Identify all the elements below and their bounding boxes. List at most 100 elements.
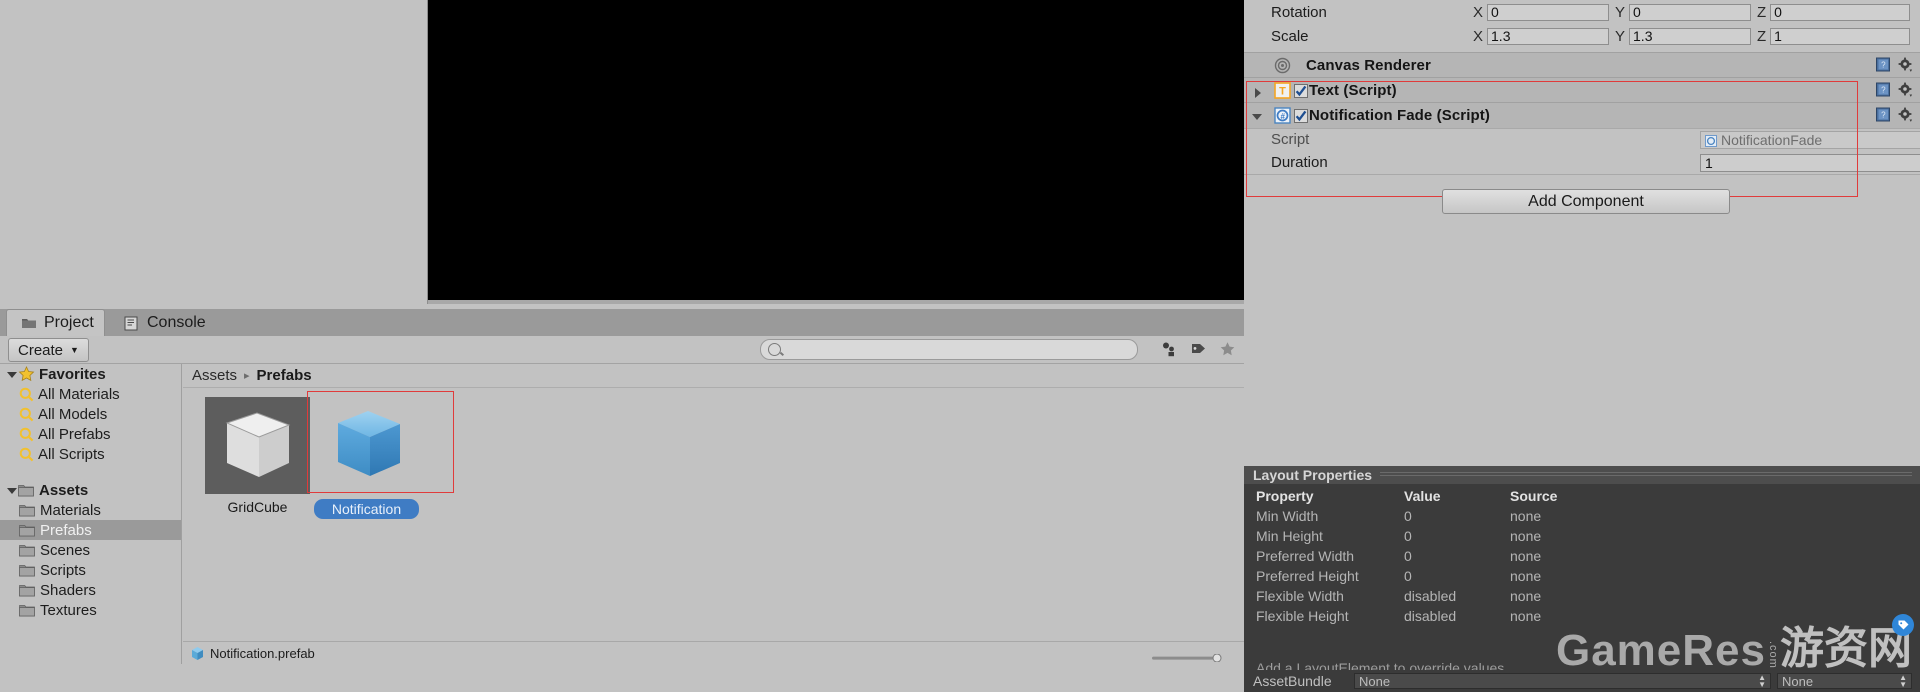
search-input[interactable]	[787, 341, 1111, 358]
search-icon	[19, 447, 34, 462]
game-view[interactable]	[428, 0, 1244, 300]
tree-item-label: All Scripts	[38, 445, 105, 463]
help-book-icon[interactable]: ?	[1875, 56, 1892, 73]
help-book-icon[interactable]: ?	[1875, 81, 1892, 98]
tree-item-materials[interactable]: Materials	[0, 500, 181, 520]
scale-x-input[interactable]: 1.3	[1487, 27, 1610, 45]
text-script-icon: T	[1274, 82, 1291, 99]
chevron-updown-icon: ▲ ▼	[1758, 673, 1766, 689]
add-component-button[interactable]: Add Component	[1442, 189, 1730, 214]
rotation-x-field[interactable]: X 0	[1473, 3, 1610, 21]
row-property: Preferred Width	[1256, 548, 1355, 564]
thumbnail-zoom-slider[interactable]	[1152, 649, 1224, 663]
console-icon	[124, 316, 140, 330]
component-divider	[1244, 174, 1920, 175]
row-value: disabled	[1404, 608, 1457, 624]
tree-item-scripts[interactable]: Scripts	[0, 560, 181, 580]
asset-filter-icon[interactable]	[1155, 338, 1181, 359]
duration-input[interactable]: 1	[1700, 153, 1920, 172]
tree-item-textures[interactable]: Textures	[0, 600, 181, 620]
row-value: 0	[1404, 548, 1412, 564]
gear-icon[interactable]	[1898, 107, 1914, 123]
tree-item-all-materials[interactable]: All Materials	[0, 384, 181, 404]
csharp-script-icon	[1705, 134, 1717, 147]
asset-item-gridcube[interactable]: GridCube	[205, 397, 310, 515]
tree-item-label: All Prefabs	[38, 425, 111, 443]
row-property: Flexible Width	[1256, 588, 1344, 604]
component-header-notification-fade[interactable]: # Notification Fade (Script) ?	[1244, 102, 1920, 129]
component-header-text-script[interactable]: T Text (Script) ?	[1244, 77, 1920, 104]
tab-console-label: Console	[147, 313, 206, 331]
row-value: disabled	[1404, 588, 1457, 604]
script-object-field[interactable]: NotificationFade	[1700, 130, 1920, 149]
row-source: none	[1510, 528, 1542, 544]
row-source: none	[1510, 508, 1542, 524]
asset-grid-area[interactable]: GridCube Notification	[183, 389, 1244, 664]
table-row: Min Width 0 none	[1244, 508, 1920, 528]
tab-project[interactable]: Project	[6, 309, 105, 336]
tree-item-all-scripts[interactable]: All Scripts	[0, 444, 181, 464]
favorite-star-icon[interactable]	[1214, 338, 1240, 359]
assetbundle-dropdown[interactable]: None ▲ ▼	[1354, 673, 1771, 689]
svg-text:#: #	[1280, 112, 1285, 121]
watermark-com: .com	[1767, 641, 1779, 669]
tree-item-shaders[interactable]: Shaders	[0, 580, 181, 600]
tree-item-label: Scripts	[40, 561, 86, 579]
assetbundle-label: AssetBundle	[1253, 673, 1332, 689]
tree-item-all-prefabs[interactable]: All Prefabs	[0, 424, 181, 444]
project-tree[interactable]: Favorites All Materials All Models All P…	[0, 364, 182, 664]
tree-item-favorites[interactable]: Favorites	[0, 364, 181, 384]
scale-x-field[interactable]: X 1.3	[1473, 27, 1610, 45]
inspector-panel: Rotation X 0 Y 0 Z 0 Scale X 1.3 Y 1.3 Z…	[1244, 0, 1920, 466]
table-row: Flexible Width disabled none	[1244, 588, 1920, 608]
chevron-down-icon[interactable]	[6, 369, 17, 380]
component-header-canvas-renderer[interactable]: Canvas Renderer ?	[1244, 52, 1920, 79]
breadcrumb: Assets ▸ Prefabs	[183, 364, 1244, 388]
chevron-down-icon[interactable]	[6, 485, 17, 496]
tree-item-assets[interactable]: Assets	[0, 480, 181, 500]
tree-item-prefabs[interactable]: Prefabs	[0, 520, 181, 540]
gear-icon[interactable]	[1898, 57, 1914, 73]
notification-fade-enabled-checkbox[interactable]	[1294, 109, 1308, 123]
search-field[interactable]	[760, 339, 1138, 360]
search-icon	[19, 387, 34, 402]
row-property: Flexible Height	[1256, 608, 1349, 624]
scene-view-empty[interactable]	[0, 0, 428, 304]
rotation-z-input[interactable]: 0	[1770, 3, 1911, 21]
label-tag-icon[interactable]	[1185, 338, 1211, 359]
asset-item-notification[interactable]: Notification	[314, 397, 419, 519]
assetbundle-variant-dropdown[interactable]: None ▲ ▼	[1777, 673, 1912, 689]
rotation-y-input[interactable]: 0	[1629, 3, 1752, 21]
tree-item-scenes[interactable]: Scenes	[0, 540, 181, 560]
component-actions: ?	[1875, 56, 1914, 73]
table-row: Preferred Height 0 none	[1244, 568, 1920, 588]
rotation-y-field[interactable]: Y 0	[1615, 3, 1752, 21]
axis-y-label: Y	[1615, 27, 1626, 45]
watermark-english: GameRes	[1555, 626, 1766, 675]
scale-z-field[interactable]: Z 1	[1757, 27, 1911, 45]
text-script-enabled-checkbox[interactable]	[1294, 84, 1308, 98]
axis-y-label: Y	[1615, 3, 1626, 21]
status-file-name: Notification.prefab	[210, 645, 315, 661]
asset-name: Notification	[314, 499, 419, 519]
layout-properties-header[interactable]: Layout Properties	[1244, 466, 1920, 484]
create-button[interactable]: Create ▼	[8, 338, 89, 362]
scale-y-field[interactable]: Y 1.3	[1615, 27, 1752, 45]
rotation-z-field[interactable]: Z 0	[1757, 3, 1911, 21]
scale-z-input[interactable]: 1	[1770, 27, 1911, 45]
assetbundle-variant-value: None	[1782, 673, 1814, 689]
tree-item-label: Materials	[40, 501, 101, 519]
help-book-icon[interactable]: ?	[1875, 106, 1892, 123]
gear-icon[interactable]	[1898, 82, 1914, 98]
tree-item-all-models[interactable]: All Models	[0, 404, 181, 424]
tab-project-label: Project	[44, 314, 94, 331]
breadcrumb-prefabs[interactable]: Prefabs	[257, 367, 312, 384]
rotation-x-input[interactable]: 0	[1487, 3, 1610, 21]
script-property-row: Script NotificationFade	[1244, 128, 1920, 151]
breadcrumb-assets[interactable]: Assets	[192, 367, 237, 384]
project-panel: Project Console Create ▼ Favorites All M…	[0, 304, 1244, 692]
scale-y-input[interactable]: 1.3	[1629, 27, 1752, 45]
star-icon	[18, 365, 35, 383]
tab-console[interactable]: Console	[110, 309, 220, 336]
